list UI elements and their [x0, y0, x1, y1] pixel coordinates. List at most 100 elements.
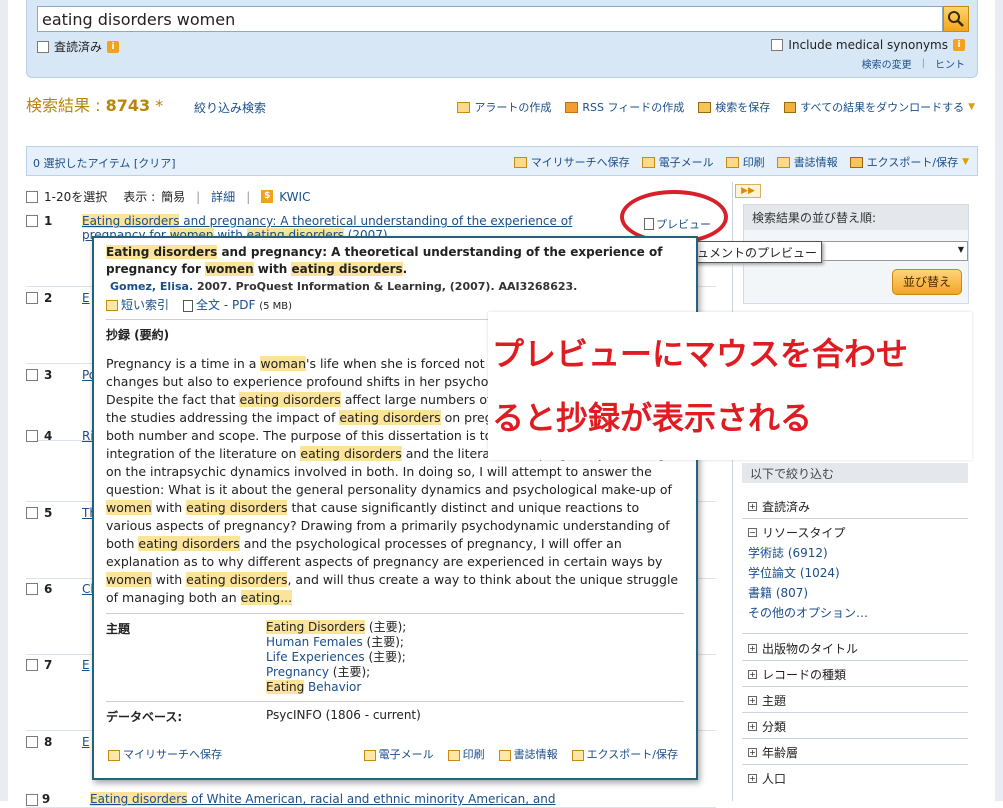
subject-item[interactable]: Pregnancy (主要);: [266, 665, 684, 680]
result-title-link[interactable]: Eating disorders and pregnancy: A theore…: [82, 214, 572, 228]
info-icon[interactable]: i: [107, 40, 120, 53]
highlight: woman: [260, 356, 307, 371]
result-checkbox[interactable]: [26, 736, 38, 748]
clear-link[interactable]: [クリア]: [134, 157, 176, 170]
result-checkbox[interactable]: [26, 507, 38, 519]
citation-button[interactable]: 書誌情報: [776, 154, 838, 170]
facet-option-book[interactable]: 書籍 (807): [748, 584, 808, 601]
subject-link: Life Experiences: [266, 650, 365, 664]
title-text: of White American, racial and ethnic min…: [187, 792, 556, 806]
result-checkbox[interactable]: [26, 292, 38, 304]
peer-reviewed-label: 査読済み: [54, 40, 103, 54]
author-link[interactable]: Gomez, Elisa.: [110, 280, 193, 293]
popup-email-button[interactable]: 電子メール: [363, 746, 434, 762]
facet-age-group[interactable]: + 年齢層: [748, 744, 798, 761]
medical-synonyms-label: Include medical synonyms: [788, 38, 948, 52]
view-detail-link[interactable]: 詳細: [211, 188, 235, 205]
view-brief-link[interactable]: 簡易: [161, 188, 185, 205]
result-checkbox[interactable]: [26, 583, 38, 595]
download-icon: [784, 101, 797, 113]
tips-link[interactable]: ヒント: [935, 56, 965, 71]
popup-print-label: 印刷: [462, 748, 485, 761]
save-to-myresearch-label: マイリサーチへ保存: [530, 156, 630, 169]
result-title-link[interactable]: Eating disorders of White American, raci…: [90, 792, 555, 806]
highlight: eating disorders: [239, 392, 341, 407]
search-icon: [948, 11, 964, 27]
email-button[interactable]: 電子メール: [641, 154, 714, 170]
search-input[interactable]: [37, 6, 943, 32]
subject-item[interactable]: Eating Behavior: [266, 680, 684, 695]
facet-option-dissertation[interactable]: 学位論文 (1024): [748, 564, 840, 581]
result-number: 7: [44, 658, 53, 672]
export-save-button[interactable]: エクスポート/保存 ▼: [849, 154, 969, 170]
highlight: Eating Disorders: [266, 620, 366, 634]
download-all-label: すべての結果をダウンロードする: [800, 101, 965, 114]
subject-tag: (主要);: [365, 620, 407, 634]
result-title-link[interactable]: E: [82, 658, 90, 672]
save-search-button[interactable]: 検索を保存: [698, 99, 770, 115]
popup-save-button[interactable]: マイリサーチへ保存: [108, 746, 222, 762]
result-title-link[interactable]: E: [82, 735, 90, 749]
info-icon[interactable]: i: [953, 39, 965, 51]
highlight: eating disorders: [339, 410, 441, 425]
refine-search-link[interactable]: 絞り込み検索: [194, 99, 266, 116]
highlight: Eating: [266, 680, 305, 694]
divider: [742, 633, 968, 634]
document-icon: [106, 300, 118, 311]
facet-label: 年齢層: [762, 746, 799, 760]
highlight: eating...: [240, 590, 293, 605]
highlight: Eating disorders: [106, 245, 218, 259]
print-label: 印刷: [742, 156, 765, 169]
kwic-link[interactable]: KWIC: [279, 190, 310, 204]
sort-button[interactable]: 並び替え: [892, 269, 962, 295]
facet-publication-title[interactable]: + 出版物のタイトル: [748, 640, 858, 657]
create-alert-label: アラートの作成: [474, 101, 552, 114]
download-all-button[interactable]: すべての結果をダウンロードする ▼: [784, 99, 975, 115]
save-icon: [849, 156, 863, 168]
result-checkbox[interactable]: [26, 369, 38, 381]
fulltext-pdf-link[interactable]: 全文 - PDF (5 MB): [183, 296, 292, 313]
result-checkbox[interactable]: [26, 793, 38, 806]
subject-tag: (主要);: [362, 635, 404, 649]
facet-resource-type[interactable]: − リソースタイプ: [748, 524, 845, 541]
search-button[interactable]: [943, 6, 969, 32]
print-button[interactable]: 印刷: [725, 154, 765, 170]
save-to-myresearch-button[interactable]: マイリサーチへ保存: [513, 154, 630, 170]
sidebar-toggle[interactable]: ▶▶: [735, 184, 761, 198]
result-checkbox[interactable]: [26, 430, 38, 442]
file-size: (5 MB): [259, 301, 293, 312]
facet-label: リソースタイプ: [762, 526, 846, 540]
create-rss-button[interactable]: RSS フィードの作成: [565, 99, 684, 115]
abstract-segment: Pregnancy is a time in a: [106, 356, 261, 371]
subject-item[interactable]: Life Experiences (主要);: [266, 650, 684, 665]
printer-icon: [447, 749, 460, 761]
highlight: women: [106, 500, 152, 515]
subject-item[interactable]: Eating Disorders (主要);: [266, 620, 684, 635]
result-checkbox[interactable]: [26, 659, 38, 671]
result-title-link[interactable]: E: [82, 291, 90, 305]
facet-record-type[interactable]: + レコードの種類: [748, 666, 846, 683]
change-search-link[interactable]: 検索の変更: [862, 56, 912, 71]
peer-reviewed-checkbox[interactable]: [37, 40, 49, 53]
collapse-icon: −: [748, 528, 757, 537]
facet-more-options[interactable]: その他のオプション…: [748, 604, 868, 621]
facet-peer-reviewed[interactable]: + 査読済み: [748, 498, 810, 515]
facet-subject[interactable]: + 主題: [748, 692, 786, 709]
popup-citation-button[interactable]: 書誌情報: [498, 746, 558, 762]
facet-option-journal[interactable]: 学術誌 (6912): [748, 544, 828, 561]
medical-synonyms-checkbox[interactable]: [771, 39, 784, 51]
subject-item[interactable]: Human Females (主要);: [266, 635, 684, 650]
separator: |: [196, 189, 201, 204]
divider: [742, 764, 968, 765]
result-checkbox[interactable]: [26, 215, 38, 227]
result-number: 2: [44, 291, 53, 305]
short-index-link[interactable]: 短い索引: [106, 296, 169, 313]
facet-population[interactable]: + 人口: [748, 770, 786, 787]
create-alert-button[interactable]: アラートの作成: [457, 99, 551, 115]
facet-classification[interactable]: + 分類: [748, 718, 786, 735]
results-label: 検索結果 :: [26, 96, 106, 115]
popup-print-button[interactable]: 印刷: [447, 746, 485, 762]
select-page-checkbox[interactable]: [26, 190, 38, 203]
create-rss-label: RSS フィードの作成: [582, 101, 685, 114]
popup-export-button[interactable]: エクスポート/保存: [571, 746, 678, 762]
